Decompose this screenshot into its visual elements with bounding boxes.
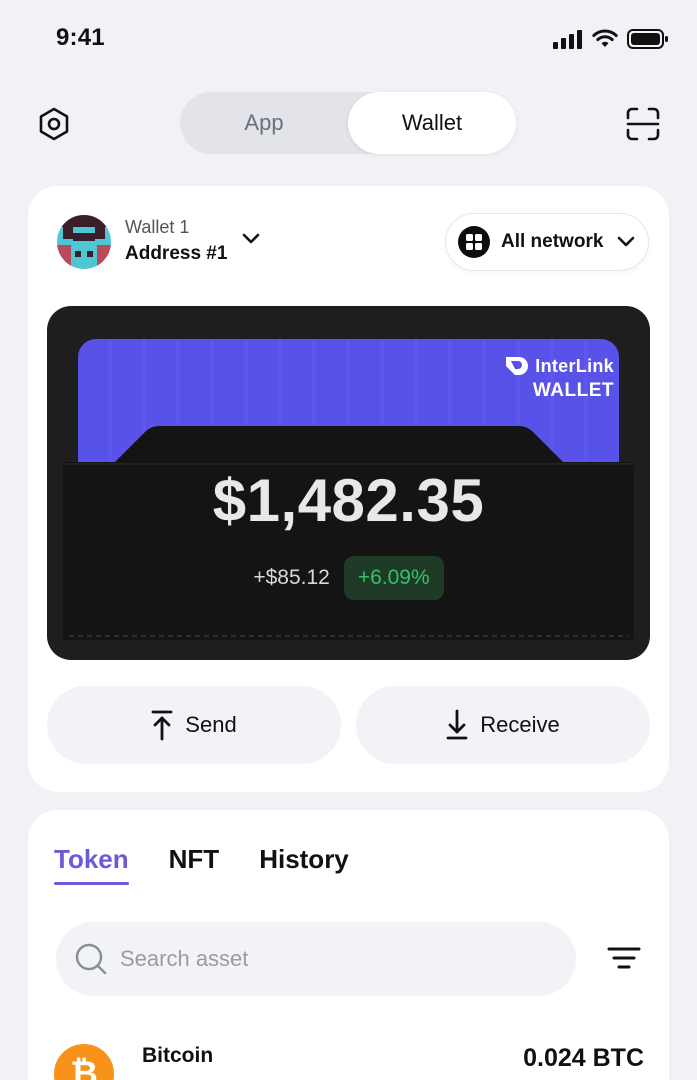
pixel-avatar-icon (57, 215, 111, 269)
settings-button[interactable] (34, 104, 74, 144)
network-selector[interactable]: All network (445, 213, 649, 271)
chevron-down-icon (618, 236, 635, 247)
receive-button[interactable]: Receive (356, 686, 650, 764)
receive-label: Receive (480, 712, 560, 737)
search-icon (75, 943, 107, 975)
signal-icon (553, 30, 582, 49)
status-time: 9:41 (56, 24, 105, 51)
wallet-address-label[interactable]: Address #1 (125, 243, 227, 265)
send-arrow-icon (151, 710, 173, 741)
status-icons (553, 28, 669, 50)
asset-amount: 0.024 BTC (523, 1044, 644, 1072)
wallet-name: Wallet 1 (125, 217, 190, 237)
scan-button[interactable] (623, 104, 663, 144)
battery-icon (627, 29, 668, 49)
asset-name: Bitcoin (142, 1044, 214, 1067)
filter-icon[interactable] (607, 944, 641, 974)
tab-token[interactable]: Token (54, 844, 129, 885)
wallet-overview-card: Wallet 1 Address #1 All network InterLin… (28, 186, 669, 792)
bitcoin-icon: ₿ (54, 1044, 114, 1080)
send-button[interactable]: Send (47, 686, 341, 764)
tab-history[interactable]: History (259, 844, 349, 885)
segment-app[interactable]: App (180, 92, 348, 154)
assets-card: Token NFT History Search asset ₿ Bitcoin… (28, 810, 669, 1080)
total-balance: $1,482.35 (212, 467, 485, 534)
balance-change: +$85.12 +6.09% (47, 556, 650, 600)
scan-icon (626, 107, 660, 141)
mode-segmented-control: App Wallet (180, 92, 516, 154)
send-label: Send (185, 712, 237, 737)
segment-wallet[interactable]: Wallet (348, 92, 516, 154)
status-bar: 9:41 (0, 0, 697, 78)
avatar[interactable] (57, 215, 111, 269)
change-percent-badge: +6.09% (343, 556, 444, 600)
change-amount: +$85.12 (253, 566, 330, 589)
search-input[interactable]: Search asset (56, 922, 576, 996)
tab-nft[interactable]: NFT (169, 844, 220, 885)
asset-tabs: Token NFT History (54, 844, 349, 885)
network-label: All network (501, 231, 604, 252)
settings-hex-icon (39, 107, 69, 141)
network-logo-icon (458, 226, 490, 258)
search-placeholder: Search asset (120, 946, 249, 971)
list-item[interactable]: ₿ Bitcoin 0.024 BTC (54, 1040, 644, 1080)
receive-arrow-icon (446, 709, 468, 740)
wifi-icon (592, 29, 618, 47)
balance-wallet-card: InterLink WALLET $1,482.35 +$85.12 +6.09… (47, 306, 650, 660)
top-bar: App Wallet (0, 90, 697, 156)
chevron-down-icon[interactable] (238, 230, 264, 248)
